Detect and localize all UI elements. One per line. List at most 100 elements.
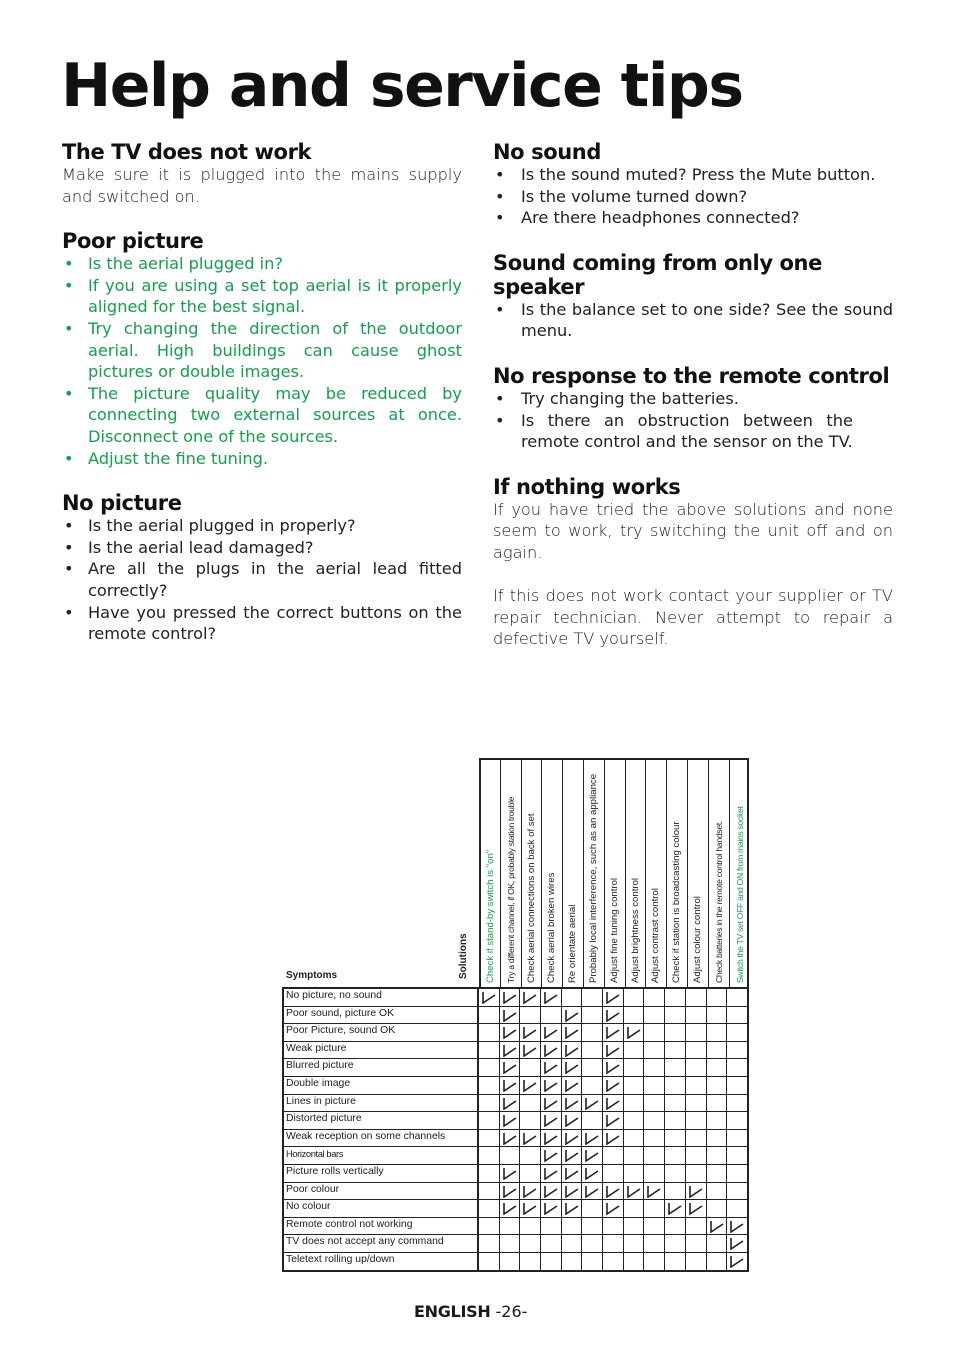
bullet-icon: • bbox=[495, 388, 505, 408]
check-cell bbox=[684, 1252, 706, 1270]
solution-header: Adjust colour control bbox=[686, 760, 708, 987]
check-cell bbox=[684, 989, 706, 1006]
list-item-text: Try changing the direction of the outdoo… bbox=[88, 318, 462, 382]
symptom-cell: No colour bbox=[284, 1200, 478, 1217]
table-header: Symptoms Solutions Check if stand-by swi… bbox=[282, 758, 750, 987]
check-cell bbox=[726, 1217, 747, 1235]
table-row: Double image bbox=[284, 1075, 747, 1094]
bullet-list: • Is the aerial plugged in? • If you are us… bbox=[62, 253, 462, 469]
check-cell bbox=[498, 1024, 520, 1041]
section-heading: If nothing works bbox=[493, 474, 681, 499]
section-heading: No sound bbox=[493, 140, 601, 164]
check-cell bbox=[602, 1147, 623, 1164]
table-row: Weak reception on some channels bbox=[284, 1128, 747, 1147]
check-cell bbox=[602, 1217, 623, 1235]
check-cell bbox=[684, 1235, 706, 1252]
check-cell bbox=[477, 1112, 499, 1129]
list-item: • Is the balance set to one side? See the… bbox=[493, 299, 893, 342]
check-cell bbox=[519, 1182, 540, 1200]
bullet-icon: • bbox=[64, 254, 74, 274]
solution-label: Probably local interference, such as an … bbox=[587, 773, 599, 983]
check-cell bbox=[664, 1147, 685, 1164]
check-cell bbox=[498, 1006, 520, 1024]
check-cell bbox=[664, 1094, 685, 1112]
check-cell bbox=[622, 1112, 644, 1129]
check-cell bbox=[664, 1024, 685, 1041]
check-cell bbox=[540, 1217, 561, 1235]
section-no-sound: No sound • Is the sound muted? Press the … bbox=[493, 140, 893, 229]
check-cell bbox=[622, 1235, 644, 1252]
check-cell bbox=[540, 1252, 561, 1270]
check-cell bbox=[477, 1252, 499, 1270]
list-item: • Is the aerial lead damaged? bbox=[62, 537, 462, 559]
table-row: Poor colour bbox=[284, 1181, 747, 1200]
check-cell bbox=[581, 1024, 602, 1041]
list-item: • Try changing the batteries. bbox=[493, 388, 853, 410]
check-cell bbox=[643, 1182, 664, 1200]
footer-language: ENGLISH bbox=[414, 1302, 491, 1321]
check-cell bbox=[581, 1076, 602, 1094]
table-row: Blurred picture bbox=[284, 1058, 747, 1076]
symptom-cell: Distorted picture bbox=[284, 1112, 478, 1129]
check-cell bbox=[560, 1059, 582, 1076]
check-cell bbox=[705, 1112, 727, 1129]
solution-header: Check if stand-by switch is "on" bbox=[479, 760, 500, 987]
check-cell bbox=[684, 1200, 706, 1217]
table-row: Teletext rolling up/down bbox=[284, 1251, 747, 1270]
check-cell bbox=[519, 1235, 540, 1252]
check-cell bbox=[519, 1024, 540, 1041]
check-cell bbox=[498, 1235, 520, 1252]
check-cell bbox=[540, 1112, 561, 1129]
symptom-cell: Lines in picture bbox=[284, 1094, 478, 1112]
solutions-label: Solutions bbox=[458, 933, 469, 979]
check-cell bbox=[684, 1164, 706, 1182]
check-cell bbox=[581, 1129, 602, 1147]
table-row: Remote control not working bbox=[284, 1216, 747, 1235]
solution-header: Check batteries in the remote control ha… bbox=[707, 760, 729, 987]
check-cell bbox=[477, 1182, 499, 1200]
check-cell bbox=[581, 1182, 602, 1200]
section-heading: Poor picture bbox=[62, 229, 204, 254]
check-cell bbox=[540, 1094, 561, 1112]
solution-label: Re orientate aerial bbox=[567, 904, 579, 983]
table-row: Poor sound, picture OK bbox=[284, 1005, 747, 1024]
check-cell bbox=[519, 1147, 540, 1164]
check-cell bbox=[602, 1182, 623, 1200]
solution-label: Check aerial connections on back of set bbox=[525, 813, 537, 983]
solution-label: Check batteries in the remote control ha… bbox=[713, 821, 724, 983]
check-cell bbox=[540, 1006, 561, 1024]
check-cell bbox=[622, 989, 644, 1006]
check-cell bbox=[705, 1164, 727, 1182]
check-cell bbox=[643, 1147, 664, 1164]
check-cell bbox=[540, 1041, 561, 1059]
check-cell bbox=[540, 1147, 561, 1164]
section-one-speaker: Sound coming from only one speaker • Is t… bbox=[493, 251, 893, 342]
symptom-cell: Remote control not working bbox=[284, 1217, 478, 1235]
table-row: Distorted picture bbox=[284, 1111, 747, 1129]
check-cell bbox=[622, 1076, 644, 1094]
check-cell bbox=[684, 1112, 706, 1129]
list-item-text: Are all the plugs in the aerial lead fit… bbox=[88, 559, 462, 600]
check-cell bbox=[684, 1041, 706, 1059]
check-cell bbox=[726, 1041, 747, 1059]
check-cell bbox=[540, 989, 561, 1006]
check-cell bbox=[705, 1076, 727, 1094]
check-cell bbox=[477, 1024, 499, 1041]
check-cell bbox=[643, 1024, 664, 1041]
check-cell bbox=[705, 1182, 727, 1200]
check-cell bbox=[622, 1006, 644, 1024]
check-cell bbox=[540, 1164, 561, 1182]
symptom-cell: Poor sound, picture OK bbox=[284, 1006, 478, 1024]
table-row: Picture rolls vertically bbox=[284, 1163, 747, 1182]
check-cell bbox=[684, 1006, 706, 1024]
check-cell bbox=[622, 1041, 644, 1059]
check-cell bbox=[643, 1041, 664, 1059]
symptom-cell: Poor colour bbox=[284, 1182, 478, 1200]
solution-headers: Check if stand-by switch is "on" Try a di… bbox=[479, 758, 750, 987]
check-cell bbox=[643, 1059, 664, 1076]
check-cell bbox=[560, 989, 582, 1006]
check-cell bbox=[581, 1094, 602, 1112]
check-cell bbox=[664, 1112, 685, 1129]
check-cell bbox=[519, 1076, 540, 1094]
check-cell bbox=[477, 1076, 499, 1094]
